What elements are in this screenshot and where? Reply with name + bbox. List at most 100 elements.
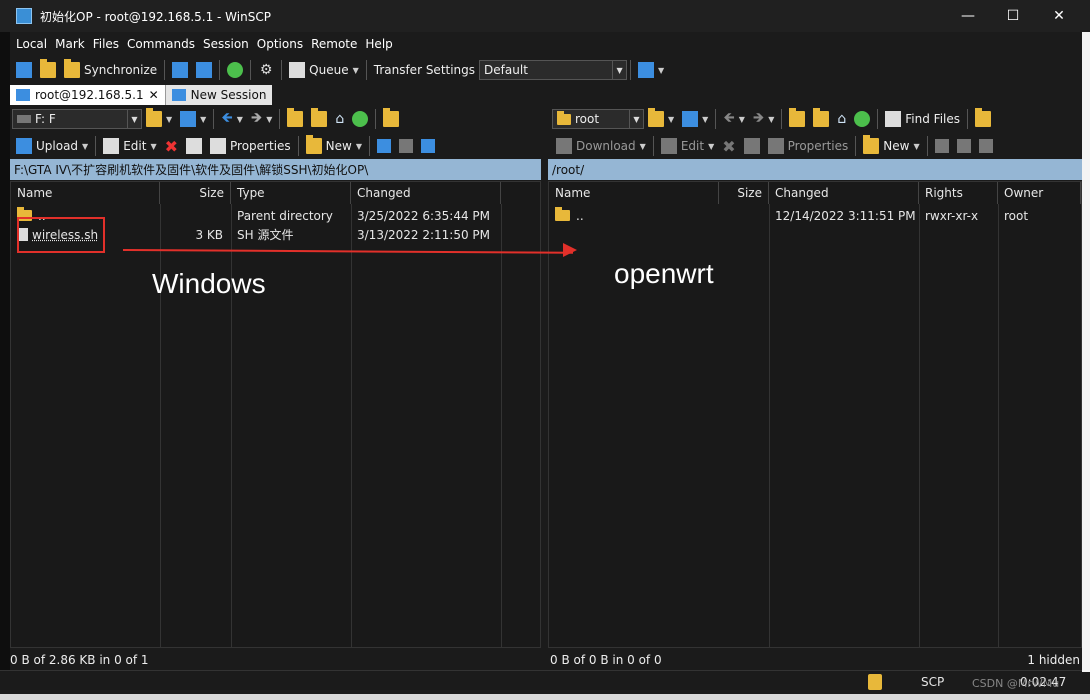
- terminal-icon: [172, 62, 189, 78]
- queue-button[interactable]: Queue ▼: [285, 59, 363, 81]
- tab-session-root[interactable]: root@192.168.5.1 ✕: [10, 85, 165, 105]
- left-edit-button[interactable]: Edit ▼: [99, 135, 160, 157]
- right-select-all-button[interactable]: [931, 135, 953, 157]
- sync-browse-button[interactable]: [36, 59, 60, 81]
- right-sync-paths-button[interactable]: [971, 108, 995, 130]
- menu-files[interactable]: Files: [89, 37, 123, 51]
- left-refresh-button[interactable]: [348, 108, 372, 130]
- putty-button[interactable]: [192, 59, 216, 81]
- right-rename-button[interactable]: [740, 135, 764, 157]
- minimize-button[interactable]: —: [945, 0, 991, 32]
- find-files-button[interactable]: Find Files: [881, 108, 964, 130]
- right-open-folder-button[interactable]: ▼: [644, 108, 678, 130]
- right-deselect-button[interactable]: [953, 135, 975, 157]
- left-properties-button[interactable]: Properties: [206, 135, 295, 157]
- menu-remote[interactable]: Remote: [307, 37, 361, 51]
- left-root-dir-button[interactable]: [307, 108, 331, 130]
- left-drive-value: F: F: [35, 112, 56, 126]
- terminal-button[interactable]: [168, 59, 192, 81]
- toolbar-separator: [213, 109, 215, 129]
- menu-mark[interactable]: Mark: [51, 37, 89, 51]
- menu-commands[interactable]: Commands: [123, 37, 199, 51]
- right-root-dir-button[interactable]: [809, 108, 833, 130]
- gear-icon: ⚙: [259, 62, 273, 78]
- right-edit-button[interactable]: Edit ▼: [657, 135, 718, 157]
- transfer-settings-select[interactable]: Default ▼: [479, 60, 628, 80]
- right-properties-button[interactable]: Properties: [764, 135, 853, 157]
- col-changed[interactable]: Changed: [351, 182, 501, 204]
- left-forward-button[interactable]: 🡺 ▼: [247, 108, 277, 130]
- col-size[interactable]: Size: [719, 182, 769, 204]
- left-rename-button[interactable]: [182, 135, 206, 157]
- right-dir-select[interactable]: root ▼: [552, 109, 644, 129]
- rename-icon: [743, 138, 760, 154]
- transfer-icon: [638, 62, 655, 78]
- right-back-button[interactable]: 🡸 ▼: [719, 108, 749, 130]
- left-select-all-button[interactable]: [373, 135, 395, 157]
- settings-button[interactable]: ⚙: [254, 59, 278, 81]
- queue-icon: [289, 62, 306, 78]
- left-open-folder-button[interactable]: ▼: [142, 108, 176, 130]
- open-folder-icon: [146, 108, 162, 127]
- chevron-down-icon: ▼: [639, 141, 646, 151]
- right-path-bar[interactable]: /root/: [548, 159, 1082, 180]
- right-filter-select-button[interactable]: [975, 135, 997, 157]
- right-home-button[interactable]: ⌂: [833, 108, 850, 130]
- left-filter-select-button[interactable]: [417, 135, 439, 157]
- compare-icon: [16, 62, 32, 78]
- left-parent-dir-button[interactable]: [283, 108, 307, 130]
- left-home-button[interactable]: ⌂: [331, 108, 348, 130]
- col-rights[interactable]: Rights: [919, 182, 998, 204]
- parent-folder-icon: [555, 207, 570, 221]
- col-name[interactable]: Name: [11, 182, 160, 204]
- upload-icon: [16, 138, 32, 154]
- tab-new-session[interactable]: New Session: [164, 85, 273, 105]
- right-delete-button[interactable]: ✖: [718, 135, 739, 157]
- upload-button[interactable]: Upload ▼: [12, 135, 92, 157]
- parent-folder-icon: [789, 108, 806, 127]
- close-button[interactable]: ✕: [1036, 0, 1082, 32]
- toolbar-separator: [652, 136, 654, 156]
- edit-icon: [103, 138, 120, 154]
- right-forward-button[interactable]: 🡺 ▼: [749, 108, 779, 130]
- right-refresh-button[interactable]: [850, 108, 874, 130]
- right-filter-button[interactable]: ▼: [678, 108, 712, 130]
- left-drive-select[interactable]: F: F ▼: [12, 109, 142, 129]
- close-icon[interactable]: ✕: [149, 88, 159, 102]
- new-label: New: [883, 139, 910, 153]
- table-row[interactable]: .. 12/14/2022 3:11:51 PM rwxr-xr-x root: [549, 206, 1081, 225]
- toolbar-separator: [926, 136, 928, 156]
- left-back-button[interactable]: 🡸 ▼: [217, 108, 247, 130]
- menu-help[interactable]: Help: [361, 37, 396, 51]
- chevron-down-icon: ▼: [200, 114, 207, 124]
- download-button[interactable]: Download ▼: [552, 135, 650, 157]
- synchronize-label: Synchronize: [84, 63, 158, 77]
- menu-local[interactable]: Local: [12, 37, 51, 51]
- preferences-window-button[interactable]: [223, 59, 247, 81]
- col-changed[interactable]: Changed: [769, 182, 919, 204]
- left-delete-button[interactable]: ✖: [161, 135, 182, 157]
- left-path-bar[interactable]: F:\GTA IV\不扩容刷机软件及固件\软件及固件\解锁SSH\初始化OP\: [10, 159, 541, 180]
- delete-icon: ✖: [722, 136, 736, 156]
- refresh-icon: [352, 111, 369, 127]
- left-deselect-button[interactable]: [395, 135, 417, 157]
- col-type[interactable]: Type: [231, 182, 351, 204]
- right-parent-dir-button[interactable]: [785, 108, 809, 130]
- menu-session[interactable]: Session: [199, 37, 253, 51]
- right-file-panel[interactable]: Name Size Changed Rights Owner .. 12/14/…: [548, 181, 1082, 648]
- hidden-count[interactable]: 1 hidden: [1000, 650, 1080, 670]
- col-owner[interactable]: Owner: [998, 182, 1081, 204]
- right-new-button[interactable]: New ▼: [859, 135, 923, 157]
- col-name[interactable]: Name: [549, 182, 719, 204]
- transfer-options-button[interactable]: ▼: [634, 59, 668, 81]
- synchronize-button[interactable]: Synchronize: [60, 59, 161, 81]
- putty-icon: [196, 62, 213, 78]
- chevron-down-icon: ▼: [236, 114, 243, 124]
- menu-options[interactable]: Options: [253, 37, 307, 51]
- left-sync-paths-button[interactable]: [379, 108, 403, 130]
- left-new-button[interactable]: New ▼: [302, 135, 366, 157]
- compare-button[interactable]: [12, 59, 36, 81]
- col-size[interactable]: Size: [160, 182, 231, 204]
- maximize-button[interactable]: ☐: [990, 0, 1036, 32]
- left-filter-button[interactable]: ▼: [176, 108, 210, 130]
